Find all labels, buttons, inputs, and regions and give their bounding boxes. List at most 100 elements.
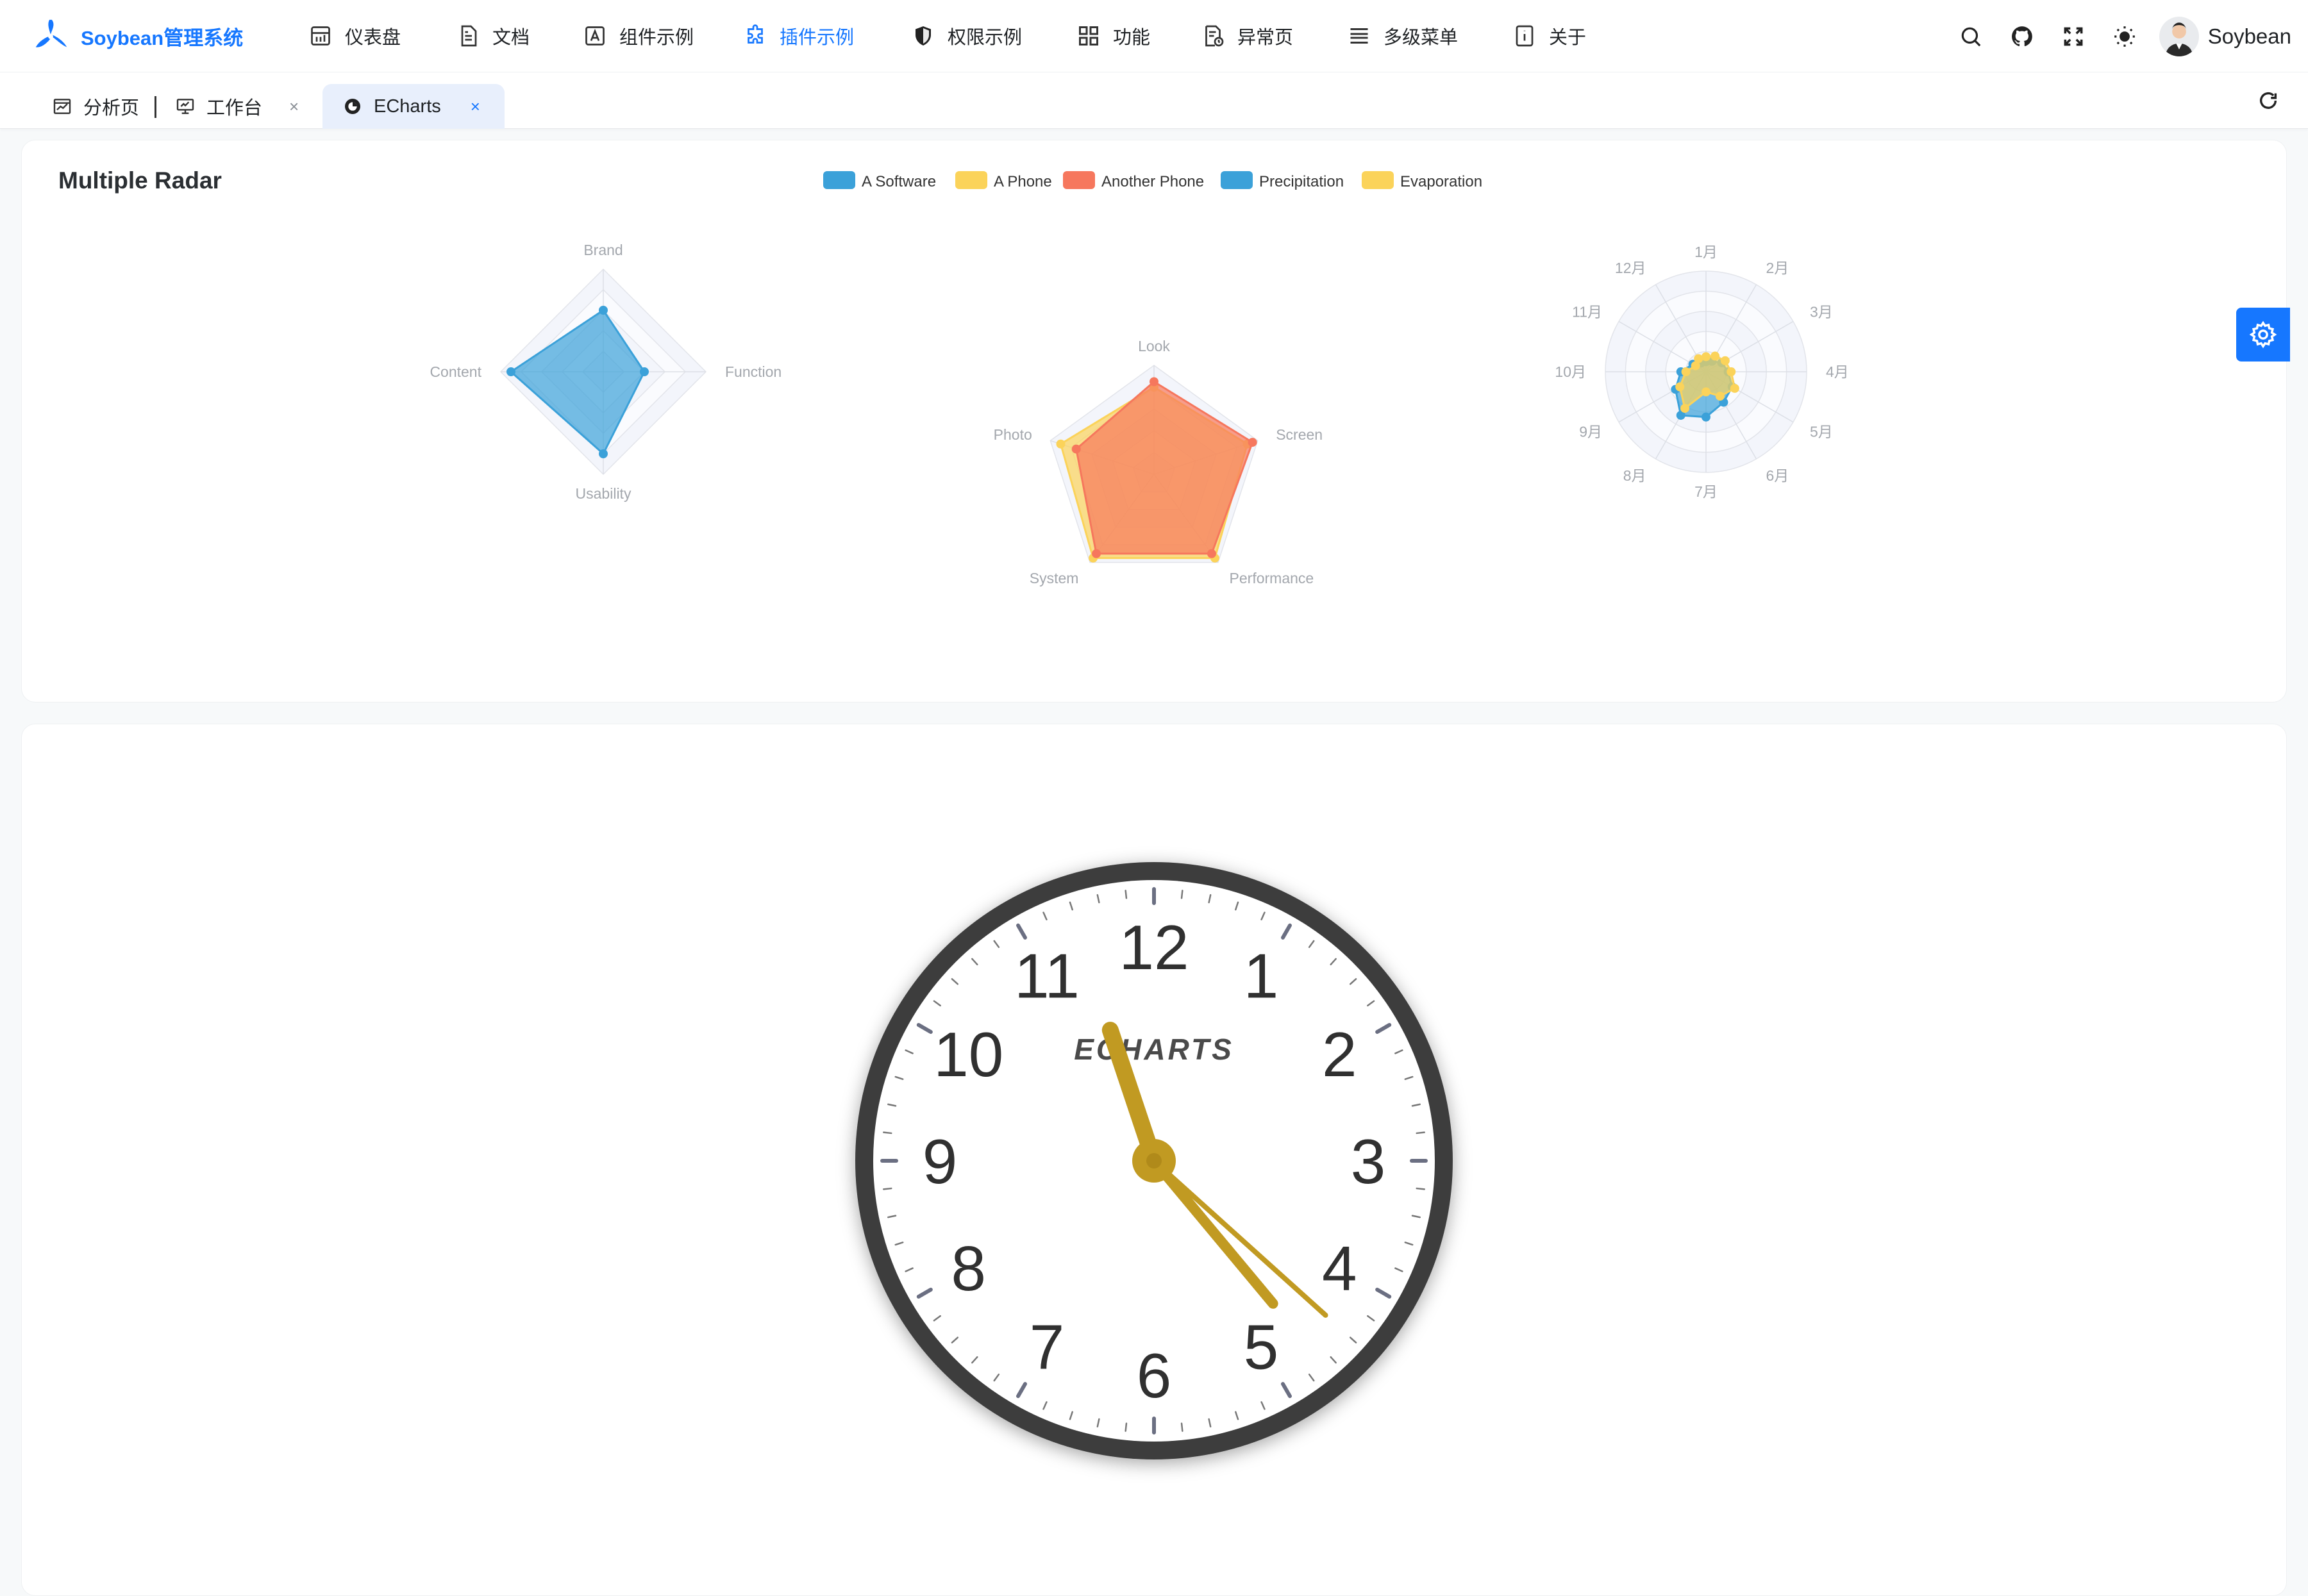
- exception-icon: [1200, 23, 1226, 49]
- top-header: Soybean管理系统 仪表盘 文档 组件示例 插件示例 权限示例 功能 异常页…: [0, 0, 2308, 72]
- radar-data-point[interactable]: [1681, 367, 1691, 376]
- clock-center-pin: [1146, 1153, 1162, 1168]
- tab-close-button[interactable]: ×: [289, 97, 299, 117]
- user-menu[interactable]: Soybean: [2159, 16, 2291, 56]
- legend-item[interactable]: A Phone: [955, 171, 1052, 190]
- fullscreen-button[interactable]: [2048, 11, 2099, 62]
- radar-data-point[interactable]: [1694, 354, 1703, 363]
- radar-indicator-label: Look: [1138, 338, 1170, 354]
- theme-toggle-button[interactable]: [2099, 11, 2150, 62]
- main-nav: 仪表盘 文档 组件示例 插件示例 权限示例 功能 异常页 多级菜单 关于: [308, 0, 1608, 72]
- menu-icon: [1346, 23, 1372, 49]
- legend-label: A Software: [862, 173, 936, 190]
- app-logo[interactable]: Soybean管理系统: [31, 16, 268, 56]
- shield-icon: [910, 23, 936, 49]
- legend-label: Precipitation: [1259, 173, 1344, 190]
- nav-item-about[interactable]: 关于: [1512, 0, 1608, 72]
- radar-data-point[interactable]: [1720, 356, 1730, 365]
- nav-item-functions[interactable]: 功能: [1076, 0, 1200, 72]
- radar-indicator-label: 9月: [1579, 424, 1602, 440]
- tab-label: 工作台: [206, 98, 263, 119]
- reload-icon: [2259, 92, 2277, 109]
- nav-label: 组件示例: [619, 28, 694, 48]
- nav-item-exceptions[interactable]: 异常页: [1200, 0, 1346, 72]
- radar-indicator-label: 1月: [1694, 244, 1718, 260]
- clock-number: 5: [1244, 1311, 1279, 1382]
- tab-echarts[interactable]: ECharts ×: [322, 84, 505, 129]
- fullscreen-icon: [2064, 27, 2083, 46]
- radar-indicator-label: Photo: [994, 426, 1032, 443]
- radar-software: Brand Function Usability Content: [430, 242, 782, 502]
- clock-number: 3: [1351, 1126, 1386, 1197]
- radar-data-point[interactable]: [1680, 404, 1690, 413]
- legend-label: Another Phone: [1101, 173, 1204, 190]
- radar-data-point[interactable]: [1727, 367, 1736, 376]
- radar-data-point[interactable]: [1702, 352, 1710, 362]
- radar-data-point[interactable]: [1710, 351, 1720, 361]
- radar-data-point[interactable]: [1715, 392, 1725, 401]
- legend-swatch: [1063, 171, 1095, 189]
- radar-chart: A Software A Phone Another Phone Precipitat…: [430, 171, 1849, 586]
- app-title: Soybean管理系统: [81, 26, 244, 49]
- radar-data-point[interactable]: [1248, 438, 1257, 447]
- radar-data-point[interactable]: [506, 367, 515, 376]
- github-icon: [2011, 26, 2032, 46]
- clock-number: 12: [1119, 912, 1189, 983]
- radar-data-point[interactable]: [1150, 377, 1158, 387]
- clock-number: 4: [1322, 1233, 1357, 1304]
- nav-item-plugins[interactable]: 插件示例: [742, 0, 910, 72]
- clock-number: 10: [933, 1019, 1003, 1090]
- info-icon: [1512, 23, 1537, 49]
- radar-indicator-label: Content: [430, 363, 481, 380]
- analysis-icon: [51, 96, 73, 117]
- radar-phone: Look Screen Performance System Photo: [994, 338, 1323, 586]
- nav-label: 异常页: [1237, 28, 1294, 48]
- radar-data-point[interactable]: [1702, 412, 1710, 422]
- radar-data-point[interactable]: [599, 306, 608, 315]
- reload-button[interactable]: [2254, 87, 2282, 115]
- nav-item-multi-menu[interactable]: 多级菜单: [1346, 0, 1512, 72]
- radar-data-point[interactable]: [1702, 387, 1710, 397]
- nav-item-dashboard[interactable]: 仪表盘: [308, 0, 455, 72]
- chart-legend: A Software A Phone Another Phone Precipitat…: [823, 171, 1482, 190]
- legend-item[interactable]: Precipitation: [1221, 171, 1344, 190]
- tab-bar: 分析页 工作台 × ECharts ×: [0, 72, 2308, 129]
- radar-climate: 1月 2月 3月 4月 5月 6月 7月 8月 9月 10月 11月 12月: [1555, 244, 1848, 500]
- radar-indicator-label: Performance: [1230, 570, 1314, 586]
- search-button[interactable]: [1945, 11, 1996, 62]
- legend-swatch: [955, 171, 987, 189]
- tab-close-button[interactable]: ×: [471, 97, 480, 117]
- tab-label: ECharts: [374, 96, 441, 117]
- radar-data-point[interactable]: [1071, 444, 1081, 454]
- radar-indicator-label: 8月: [1623, 467, 1646, 484]
- radar-data-point[interactable]: [1675, 382, 1685, 392]
- radar-data-point[interactable]: [1207, 549, 1216, 558]
- nav-item-permissions[interactable]: 权限示例: [910, 0, 1076, 72]
- radar-indicator-label: 10月: [1555, 363, 1586, 380]
- radar-data-point[interactable]: [599, 449, 608, 458]
- clock-number: 9: [923, 1126, 958, 1197]
- clock-number: 2: [1322, 1019, 1357, 1090]
- tab-analysis[interactable]: 分析页: [51, 84, 139, 129]
- tab-workbench[interactable]: 工作台 ×: [174, 84, 299, 129]
- legend-swatch: [1221, 171, 1253, 189]
- nav-item-components[interactable]: 组件示例: [582, 0, 742, 72]
- radar-data-point[interactable]: [1730, 383, 1739, 393]
- tab-label: 分析页: [83, 98, 140, 119]
- radar-data-point[interactable]: [640, 367, 649, 376]
- nav-label: 功能: [1113, 28, 1151, 48]
- legend-item[interactable]: Another Phone: [1063, 171, 1204, 190]
- nav-item-docs[interactable]: 文档: [455, 0, 582, 72]
- clock-number: 6: [1137, 1340, 1172, 1411]
- radar-data-point[interactable]: [1056, 439, 1066, 449]
- radar-indicator-label: 4月: [1826, 363, 1849, 380]
- legend-item[interactable]: A Software: [823, 171, 936, 190]
- github-button[interactable]: [1996, 11, 2048, 62]
- settings-button[interactable]: [2236, 308, 2290, 362]
- grid-icon: [1076, 23, 1101, 49]
- legend-item[interactable]: Evaporation: [1362, 171, 1482, 190]
- radar-data-point[interactable]: [1092, 549, 1101, 558]
- header-actions: Soybean: [1945, 0, 2291, 72]
- component-icon: [582, 23, 608, 49]
- theme-icon: [2114, 26, 2135, 47]
